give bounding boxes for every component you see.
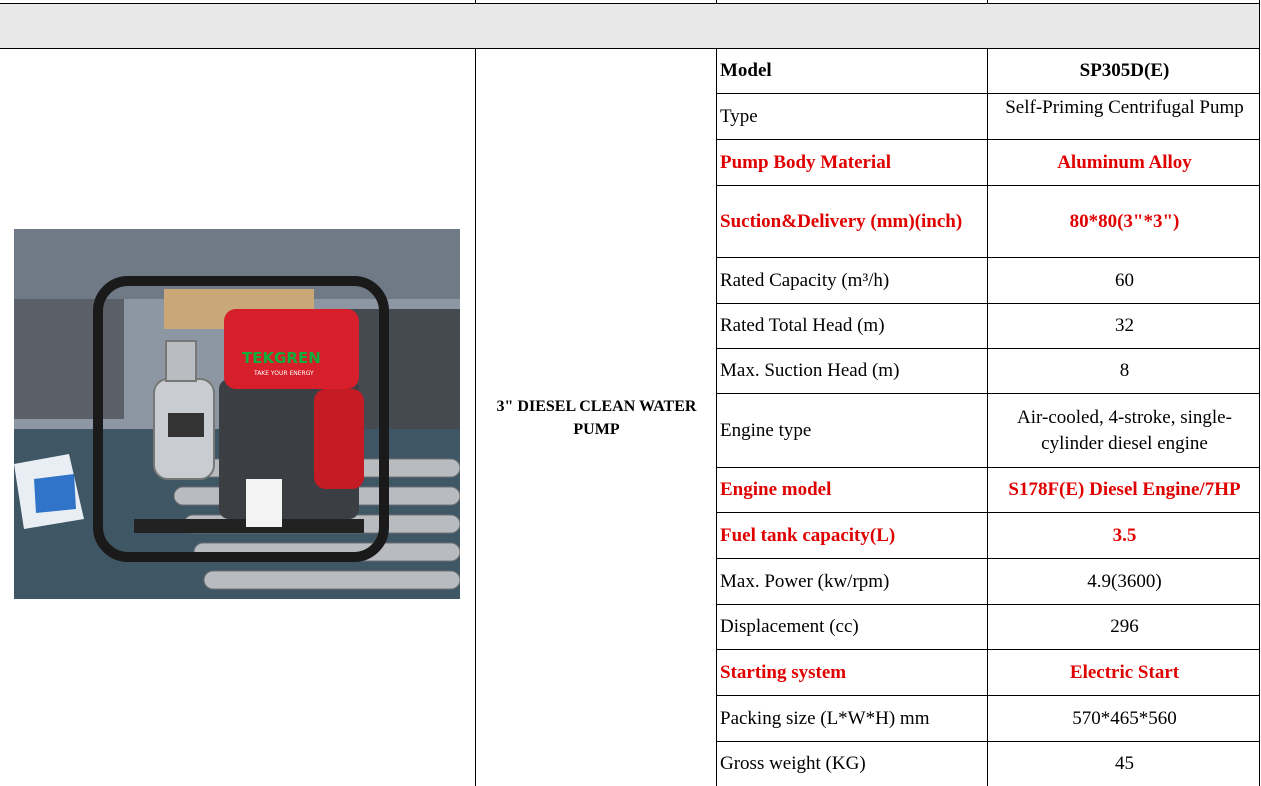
spec-value-displacement: 296 [1110,616,1139,637]
spec-label-gross-weight: Gross weight (KG) [720,753,866,774]
spec-value-gross-weight: 45 [1115,753,1134,774]
product-photo: TEKGREN TAKE YOUR ENERGY [14,229,460,599]
top-stub-2 [716,0,717,3]
spec-value-model: SP305D(E) [1079,60,1170,81]
spec-label-engine-type: Engine type [720,419,812,441]
spec-label-engine-model: Engine model [720,479,832,500]
spec-label-pump-body-material: Pump Body Material [720,151,891,173]
top-border [0,3,1260,4]
product-name: 3" DIESEL CLEAN WATER PUMP [496,398,697,438]
top-stub-1 [475,0,476,3]
spec-value-packing-size: 570*465*560 [1072,707,1177,729]
spec-value-max-power: 4.9(3600) [1087,570,1162,592]
spec-value-engine-type: Air-cooled, 4-stroke, single-cylinder di… [1017,406,1232,454]
spec-label-rated-capacity: Rated Capacity (m³/h) [720,269,890,291]
spec-value-fuel-tank: 3.5 [1112,524,1137,546]
spec-label-model: Model [720,60,772,81]
spec-value-suction-delivery: 80*80(3"*3") [1069,210,1180,232]
col-line-1 [475,48,476,786]
photo-tagline-text: TAKE YOUR ENERGY [253,370,314,377]
spec-value-starting-system: Electric Start [1069,661,1180,683]
spec-label-rated-total-head: Rated Total Head (m) [720,315,885,336]
photo-brand-text: TEKGREN [242,349,321,367]
spec-label-max-power: Max. Power (kw/rpm) [720,570,890,592]
spec-value-rated-total-head: 32 [1115,315,1134,336]
spec-value-pump-body-material: Aluminum Alloy [1057,151,1192,173]
spec-value-rated-capacity: 60 [1115,269,1134,291]
top-stub-3 [987,0,988,3]
spec-value-engine-model: S178F(E) Diesel Engine/7HP [1008,479,1241,500]
col-line-2 [716,48,717,786]
spec-label-suction-delivery: Suction&Delivery (mm)(inch) [720,210,963,232]
spec-label-displacement: Displacement (cc) [720,616,859,637]
spec-value-type: Self-Priming Centrifugal Pump [1005,97,1244,118]
header-band [0,3,1259,48]
pump-illustration: TEKGREN TAKE YOUR ENERGY [14,229,460,599]
spec-label-fuel-tank: Fuel tank capacity(L) [720,524,896,546]
spec-label-max-suction-head: Max. Suction Head (m) [720,360,900,381]
spec-value-max-suction-head: 8 [1119,360,1130,381]
spec-label-starting-system: Starting system [720,661,847,683]
spec-label-packing-size: Packing size (L*W*H) mm [720,707,930,729]
spec-label-type: Type [720,105,758,127]
right-border-top [1259,0,1260,48]
